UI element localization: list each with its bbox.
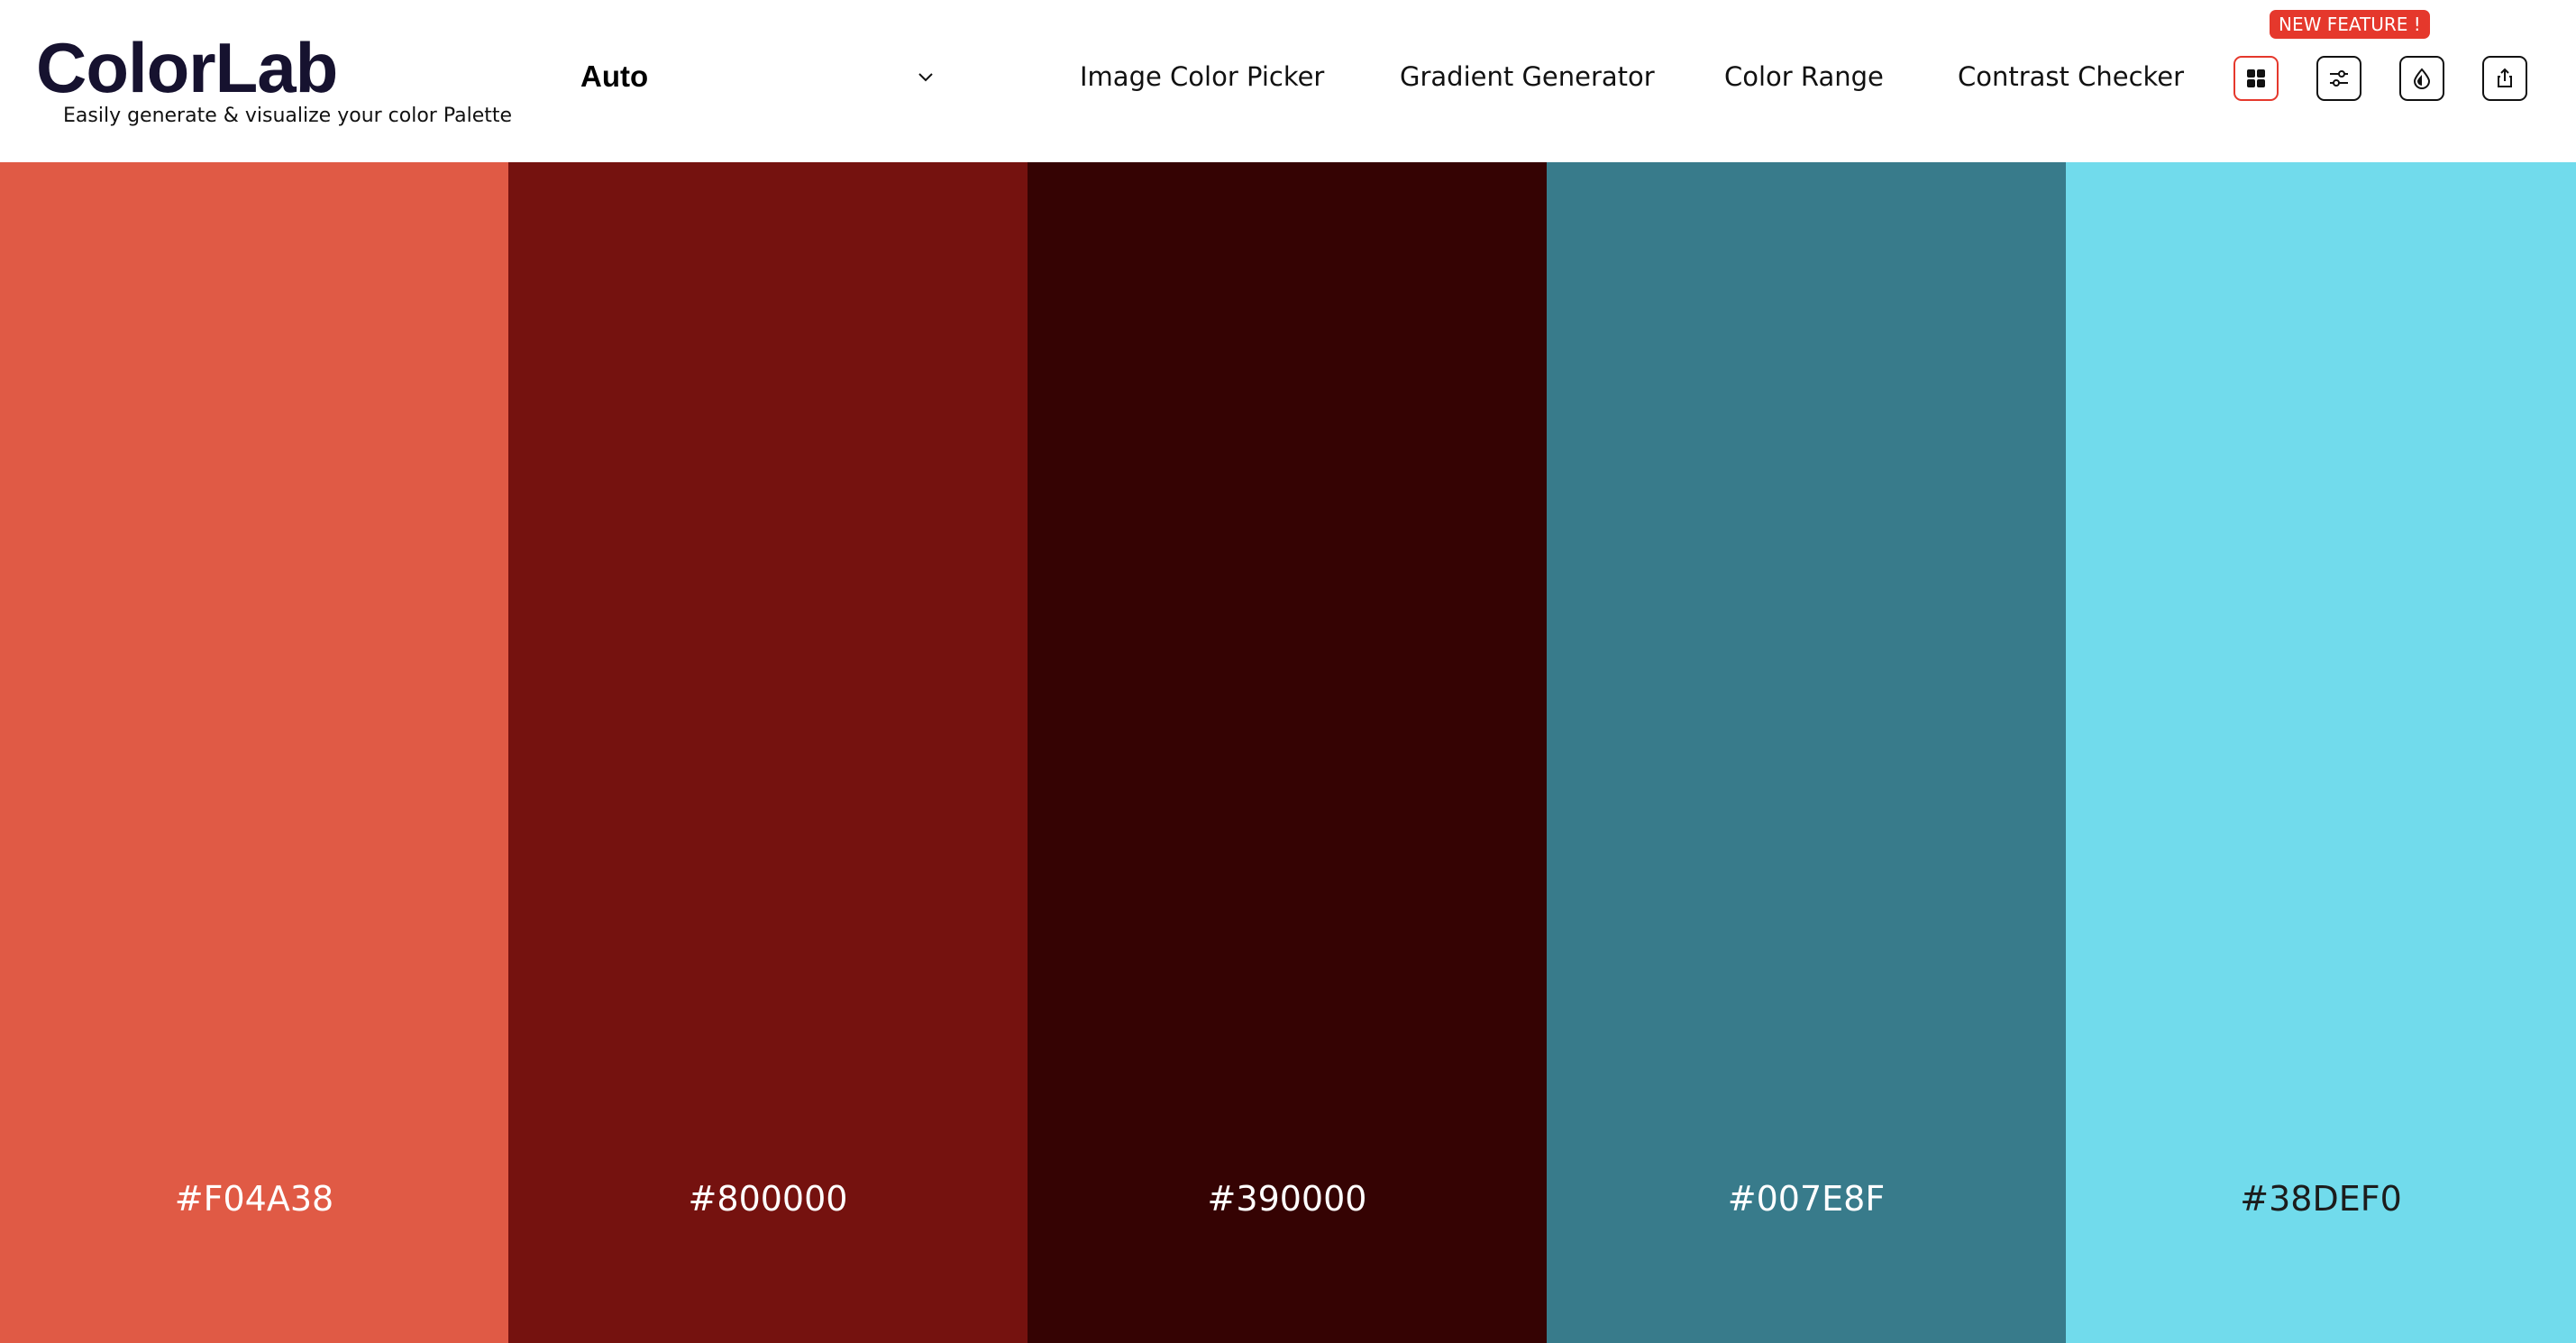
logo[interactable]: ColorLab Easily generate & visualize you… [36,29,512,127]
nav-gradient-generator[interactable]: Gradient Generator [1400,61,1655,92]
share-button[interactable] [2482,56,2527,101]
chevron-down-icon [918,73,933,82]
swatch-hex-label[interactable]: #38DEF0 [2066,1179,2576,1219]
layout-grid-icon [2247,69,2265,87]
color-swatch-4[interactable]: #007E8F [1547,162,2066,1343]
header-bar: ColorLab Easily generate & visualize you… [0,0,2576,162]
logo-tagline: Easily generate & visualize your color P… [63,105,513,127]
color-palette: #F04A38 #800000 #390000 #007E8F #38DEF0 [0,162,2576,1343]
swatch-hex-label[interactable]: #800000 [508,1179,1028,1219]
color-swatch-2[interactable]: #800000 [508,162,1028,1343]
nav-contrast-checker[interactable]: Contrast Checker [1958,61,2184,92]
nav-image-color-picker[interactable]: Image Color Picker [1080,61,1324,92]
share-icon [2498,68,2512,87]
swatch-hex-label[interactable]: #F04A38 [0,1179,508,1219]
new-feature-badge: NEW FEATURE ! [2270,10,2430,39]
color-swatch-5[interactable]: #38DEF0 [2066,162,2576,1343]
drop-icon [2413,68,2431,89]
nav-color-range[interactable]: Color Range [1724,61,1884,92]
palette-mode-value: Auto [580,59,649,93]
color-blind-button[interactable] [2399,56,2444,101]
color-swatch-1[interactable]: #F04A38 [0,162,508,1343]
logo-title[interactable]: ColorLab [36,29,338,106]
layout-view-button[interactable] [2233,56,2279,101]
palette-mode-select[interactable]: Auto [577,52,937,106]
swatch-hex-label[interactable]: #390000 [1028,1179,1547,1219]
adjust-settings-button[interactable] [2316,56,2361,101]
swatch-hex-label[interactable]: #007E8F [1547,1179,2066,1219]
color-swatch-3[interactable]: #390000 [1028,162,1547,1343]
sliders-icon [2330,70,2348,87]
